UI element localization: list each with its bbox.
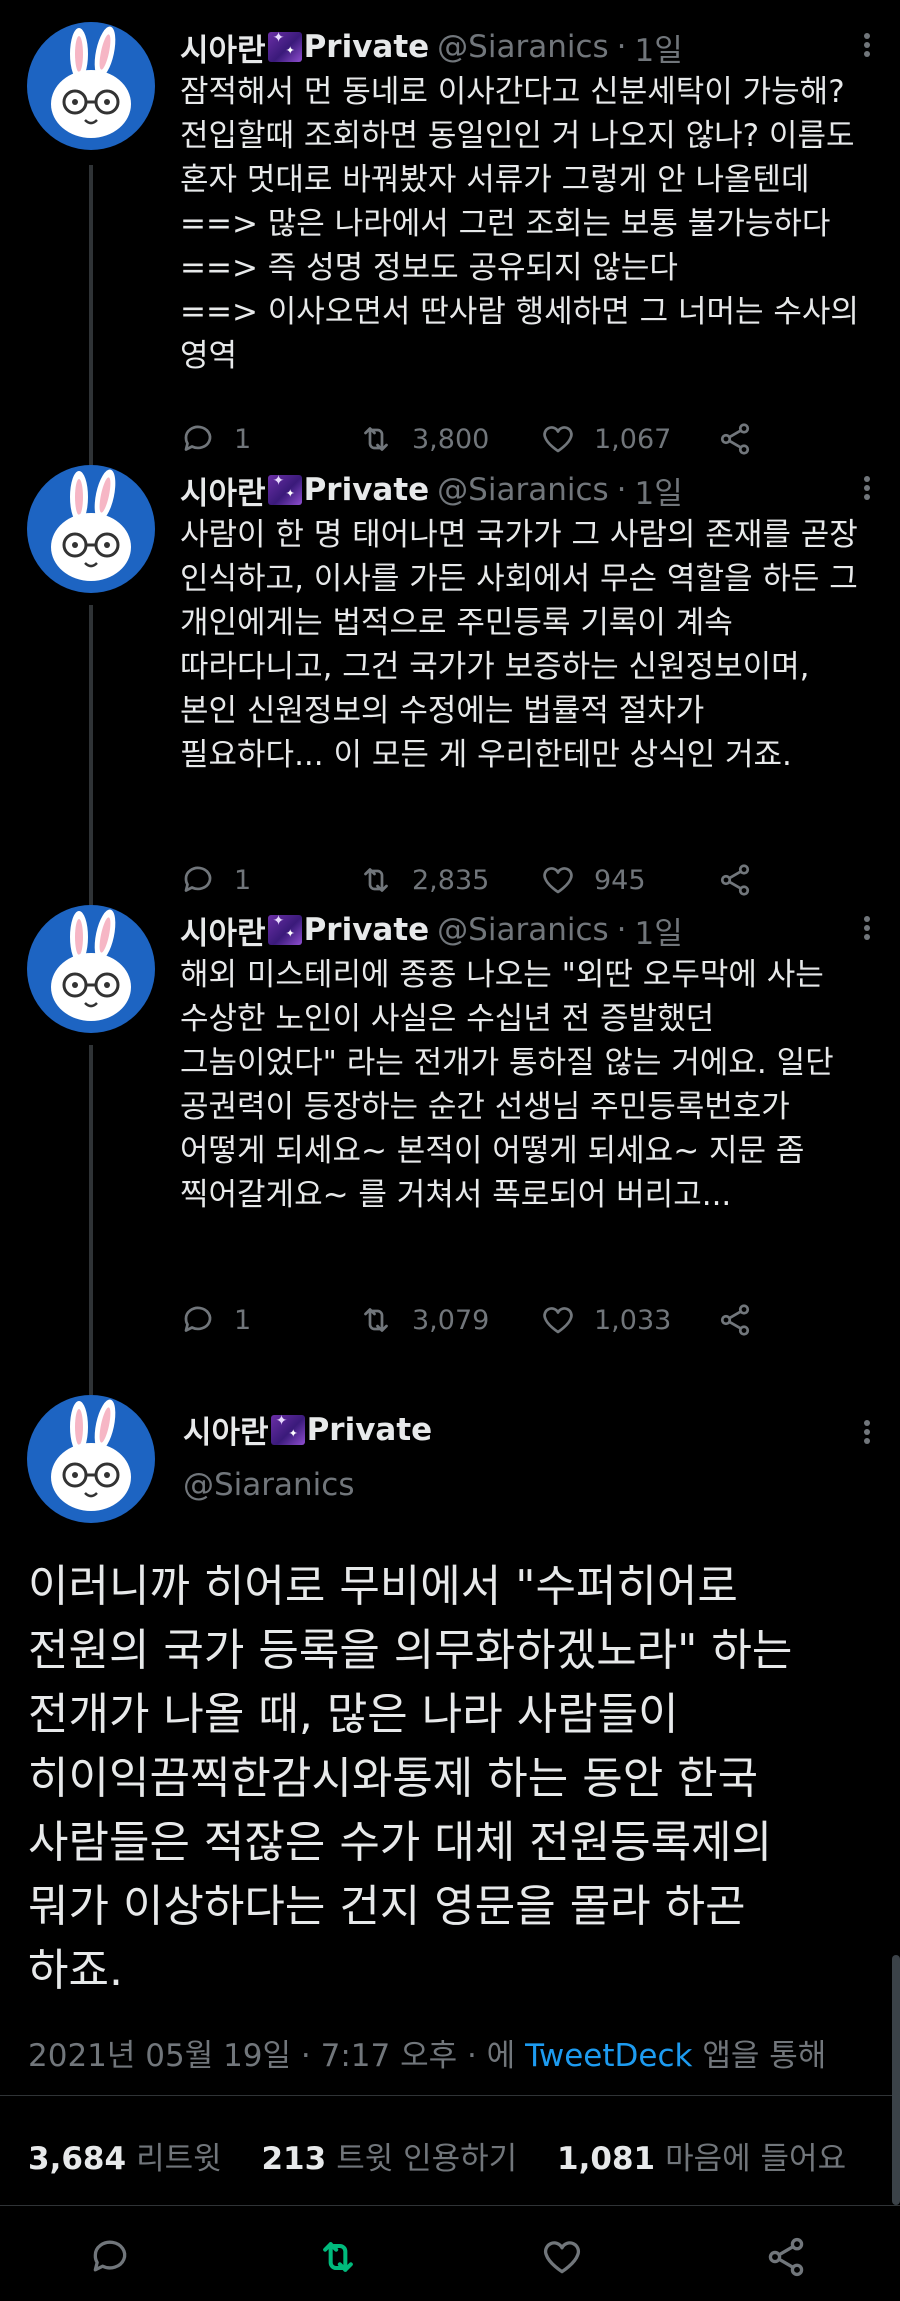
reply-icon xyxy=(184,866,212,892)
separator-dot: · xyxy=(616,472,627,508)
tweet-time[interactable]: 1일 xyxy=(635,468,683,513)
retweet-count: 2,835 xyxy=(412,864,490,896)
reply-icon xyxy=(184,1306,212,1332)
author-name[interactable]: 시아란 xyxy=(180,468,266,513)
share-icon[interactable] xyxy=(764,2235,808,2279)
thread-line xyxy=(89,165,93,515)
more-options-icon[interactable] xyxy=(864,30,870,60)
galaxy-emoji-icon xyxy=(270,1413,305,1445)
share-button[interactable] xyxy=(717,419,771,459)
separator-dot: · xyxy=(616,912,627,948)
separator-dot: · xyxy=(616,29,627,65)
reply-button[interactable]: 1 xyxy=(180,860,251,900)
tweet-text: 사람이 한 명 태어나면 국가가 그 사람의 존재를 곧장 인식하고, 이사를 가… xyxy=(180,517,858,773)
retweet-icon xyxy=(364,868,388,892)
more-options-icon[interactable] xyxy=(864,1417,870,1447)
reply-count: 1 xyxy=(234,864,252,896)
reply-button[interactable]: 1 xyxy=(180,1300,251,1340)
divider xyxy=(0,2205,900,2206)
author-name-suffix[interactable]: Private xyxy=(307,1412,433,1448)
tweet-time[interactable]: 1일 xyxy=(635,908,683,953)
focused-tweet: 시아란 Private @Siaranics 이러니까 히어로 무비에서 "수퍼… xyxy=(0,1395,900,2301)
tweet-text: 이러니까 히어로 무비에서 "수퍼히어로 전원의 국가 등록을 의무화하겠노라" … xyxy=(28,1561,793,1996)
reply-count: 1 xyxy=(234,1304,252,1336)
source-link[interactable]: TweetDeck xyxy=(525,2038,692,2074)
thread-line xyxy=(89,605,93,950)
rabbit-avatar-icon xyxy=(51,1399,131,1511)
share-button[interactable] xyxy=(717,860,771,900)
like-count: 1,033 xyxy=(594,1304,672,1336)
author-handle[interactable]: @Siaranics xyxy=(437,472,608,508)
avatar[interactable] xyxy=(27,905,155,1033)
avatar[interactable] xyxy=(27,22,155,150)
author-name-suffix[interactable]: Private xyxy=(304,29,430,65)
reply-icon[interactable] xyxy=(88,2235,132,2279)
likes-stat[interactable]: 1,081 마음에 들어요 xyxy=(557,2141,846,2177)
retweet-icon[interactable] xyxy=(316,2235,360,2279)
share-icon xyxy=(720,1304,750,1336)
author-handle[interactable]: @Siaranics xyxy=(183,1467,354,1503)
heart-icon xyxy=(543,1307,573,1334)
tweet-time[interactable]: 1일 xyxy=(635,25,683,70)
retweet-count: 3,079 xyxy=(412,1304,490,1336)
galaxy-emoji-icon xyxy=(267,913,302,945)
retweets-stat[interactable]: 3,684 리트윗 xyxy=(28,2141,222,2177)
thread-line xyxy=(89,1045,93,1395)
author-handle[interactable]: @Siaranics xyxy=(437,29,608,65)
more-options-icon[interactable] xyxy=(864,913,870,943)
heart-icon xyxy=(543,867,573,894)
avatar[interactable] xyxy=(27,1395,155,1523)
engagement-stats: 3,684 리트윗 213 트윗 인용하기 1,081 마음에 들어요 xyxy=(28,2133,876,2178)
tweet-text: 해외 미스테리에 종종 나오는 "외딴 오두막에 사는 수상한 노인이 사실은 수… xyxy=(180,957,834,1213)
rabbit-avatar-icon xyxy=(51,469,131,581)
reply-count: 1 xyxy=(234,423,252,455)
source-suffix: 앱을 통해 xyxy=(702,2038,827,2074)
retweet-button[interactable]: 3,800 xyxy=(358,419,489,459)
retweet-button[interactable]: 2,835 xyxy=(358,860,489,900)
heart-icon xyxy=(543,426,573,453)
divider xyxy=(0,2095,900,2096)
retweet-count: 3,800 xyxy=(412,423,490,455)
like-button[interactable]: 1,033 xyxy=(540,1300,671,1340)
reply-button[interactable]: 1 xyxy=(180,419,251,459)
tweet-text: 잠적해서 먼 동네로 이사간다고 신분세탁이 가능해? 전입할때 조회하면 동일인… xyxy=(180,74,859,374)
galaxy-emoji-icon xyxy=(267,30,302,62)
heart-icon[interactable] xyxy=(540,2235,584,2279)
quotes-stat[interactable]: 213 트윗 인용하기 xyxy=(261,2141,517,2177)
author-name[interactable]: 시아란 xyxy=(180,908,266,953)
retweet-icon xyxy=(364,427,388,451)
author-name[interactable]: 시아란 xyxy=(180,25,266,70)
reply-icon xyxy=(184,425,212,451)
rabbit-avatar-icon xyxy=(51,26,131,138)
scrollbar[interactable] xyxy=(892,1955,900,2205)
like-button[interactable]: 945 xyxy=(540,860,646,900)
galaxy-emoji-icon xyxy=(267,473,302,505)
author-handle[interactable]: @Siaranics xyxy=(437,912,608,948)
share-button[interactable] xyxy=(717,1300,771,1340)
like-button[interactable]: 1,067 xyxy=(540,419,671,459)
like-count: 1,067 xyxy=(594,423,672,455)
more-options-icon[interactable] xyxy=(864,473,870,503)
tweet-timestamp[interactable]: 2021년 05월 19일 · 7:17 오후 · 에 xyxy=(28,2038,515,2074)
like-count: 945 xyxy=(594,864,646,896)
share-icon xyxy=(720,423,750,455)
author-name[interactable]: 시아란 xyxy=(183,1407,269,1452)
author-name-suffix[interactable]: Private xyxy=(304,472,430,508)
share-icon xyxy=(720,864,750,896)
author-name-suffix[interactable]: Private xyxy=(304,912,430,948)
avatar[interactable] xyxy=(27,465,155,593)
rabbit-avatar-icon xyxy=(51,909,131,1021)
tweet-metadata: 2021년 05월 19일 · 7:17 오후 · 에 TweetDeck 앱을… xyxy=(28,2030,826,2075)
retweet-icon xyxy=(364,1308,388,1332)
retweet-button[interactable]: 3,079 xyxy=(358,1300,489,1340)
